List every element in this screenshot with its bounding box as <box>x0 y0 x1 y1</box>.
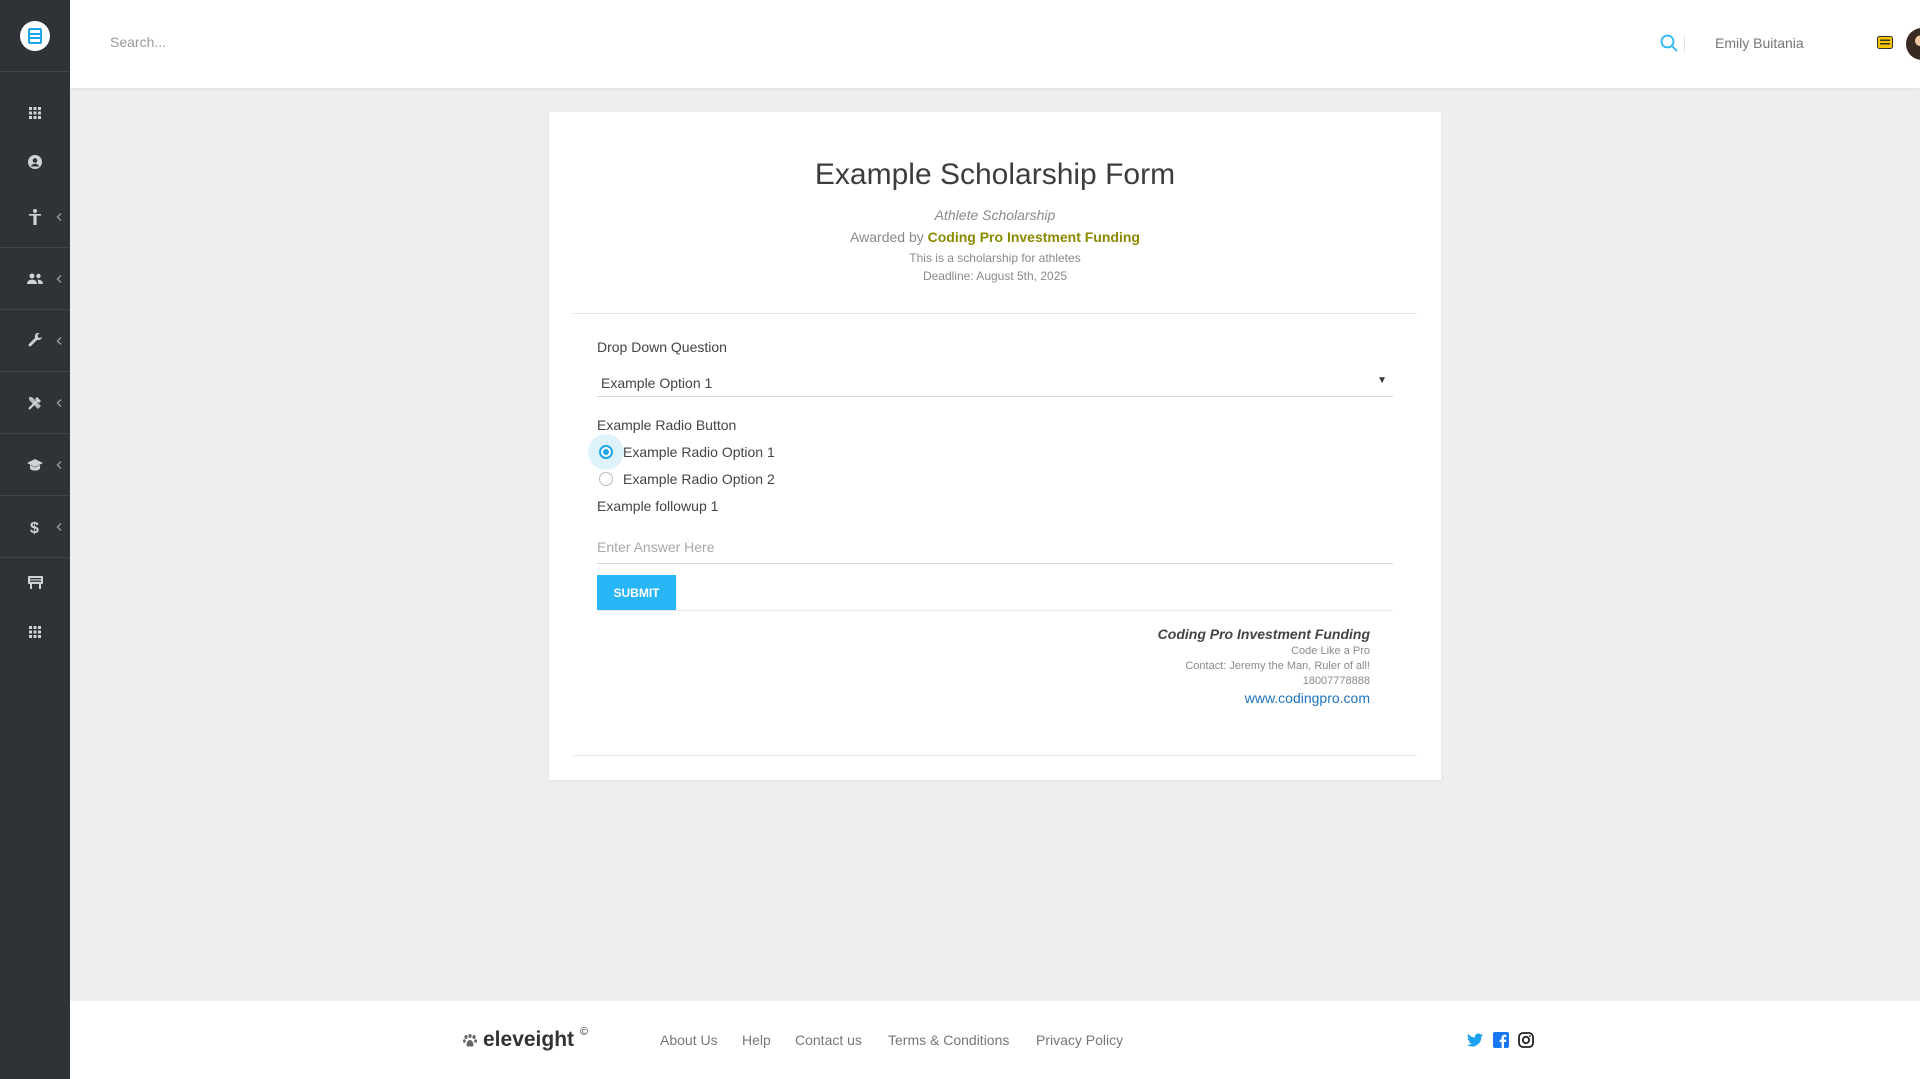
avatar[interactable] <box>1906 28 1920 60</box>
search-button[interactable] <box>1660 34 1684 58</box>
organization-tagline: Code Like a Pro <box>1291 645 1370 657</box>
scholarship-form-card: Example Scholarship Form Athlete Scholar… <box>549 112 1441 780</box>
paw-icon <box>463 1033 477 1047</box>
sidebar-item-finance[interactable]: $ <box>0 496 70 558</box>
organization-name: Coding Pro Investment Funding <box>1157 626 1370 642</box>
awarding-organization: Coding Pro Investment Funding <box>927 229 1140 245</box>
sidebar-item-billboard[interactable] <box>0 558 70 607</box>
dropdown-question-label: Drop Down Question <box>597 339 727 355</box>
accessibility-icon <box>29 208 41 225</box>
sidebar: $ <box>0 0 70 1079</box>
app-logo-icon <box>28 27 42 44</box>
svg-text:$: $ <box>30 520 39 535</box>
radio-question-label: Example Radio Button <box>597 417 737 433</box>
form-title: Example Scholarship Form <box>814 158 1176 191</box>
dollar-icon: $ <box>30 520 39 535</box>
page-footer: eleveight © About Us Help Contact us Ter… <box>70 1001 1920 1079</box>
radio-button-unchecked[interactable] <box>599 472 613 486</box>
sidebar-item-profile[interactable] <box>0 137 70 186</box>
twitter-icon[interactable] <box>1467 1032 1483 1048</box>
scholarship-description: This is a scholarship for athletes <box>909 251 1081 265</box>
scholarship-type: Athlete Scholarship <box>934 207 1056 223</box>
wrench-icon <box>28 333 42 347</box>
dropdown-arrow-icon: ▼ <box>1377 375 1387 386</box>
radio-option-1[interactable]: Example Radio Option 1 <box>588 434 897 470</box>
chevron-left-icon <box>56 398 62 407</box>
tools-icon <box>28 396 41 410</box>
search-input[interactable] <box>110 34 610 50</box>
apps-grid-icon <box>29 106 41 119</box>
chevron-left-icon <box>56 212 62 221</box>
footer-link-privacy[interactable]: Privacy Policy <box>1036 1032 1123 1048</box>
id-badge-icon <box>1877 36 1893 49</box>
awarded-prefix: Awarded by <box>850 229 924 245</box>
brand-name: eleveight <box>483 1028 575 1051</box>
chevron-left-icon <box>56 522 62 531</box>
radio-option-label: Example Radio Option 1 <box>623 444 775 460</box>
instagram-icon[interactable] <box>1518 1032 1534 1048</box>
user-name[interactable]: Emily Buitania <box>1715 35 1804 51</box>
followup-question-label: Example followup 1 <box>597 498 719 514</box>
footer-link-contact[interactable]: Contact us <box>795 1032 862 1048</box>
radio-button-checked[interactable] <box>599 445 613 459</box>
brand-mark: © <box>580 1026 589 1038</box>
radio-option-label: Example Radio Option 2 <box>623 471 775 487</box>
sidebar-item-users[interactable] <box>0 248 70 310</box>
top-header: Emily Buitania <box>70 0 1920 88</box>
sidebar-item-tools[interactable] <box>0 372 70 434</box>
sidebar-item-athletes[interactable] <box>0 186 70 248</box>
organization-contact: Contact: Jeremy the Man, Ruler of all! <box>1185 660 1370 672</box>
scholarship-deadline: Deadline: August 5th, 2025 <box>922 269 1068 283</box>
account-icon <box>28 154 42 169</box>
dropdown-selected-value: Example Option 1 <box>601 375 713 391</box>
organization-phone: 18007778888 <box>1302 675 1370 687</box>
chevron-left-icon <box>56 460 62 469</box>
header-divider <box>1684 36 1685 52</box>
divider <box>573 755 1417 756</box>
followup-answer-input[interactable] <box>597 530 1393 564</box>
divider <box>573 313 1417 314</box>
people-icon <box>27 273 43 284</box>
app-logo[interactable] <box>20 20 50 51</box>
sidebar-item-settings[interactable] <box>0 310 70 372</box>
apps-grid-icon <box>29 625 41 638</box>
sidebar-item-dashboard[interactable] <box>0 88 70 137</box>
sidebar-item-apps[interactable] <box>0 607 70 656</box>
footer-link-about[interactable]: About Us <box>660 1032 718 1048</box>
sidebar-logo-area <box>0 0 70 72</box>
organization-info: Coding Pro Investment Funding Code Like … <box>1158 626 1370 706</box>
footer-link-help[interactable]: Help <box>742 1032 771 1048</box>
chevron-left-icon <box>56 336 62 345</box>
chevron-left-icon <box>56 274 62 283</box>
dropdown-select[interactable]: Example Option 1 ▼ <box>597 365 1393 397</box>
footer-brand[interactable]: eleveight © <box>463 1026 589 1052</box>
organization-website-link[interactable]: www.codingpro.com <box>1158 690 1370 706</box>
graduation-cap-icon <box>27 458 43 470</box>
facebook-icon[interactable] <box>1493 1032 1509 1048</box>
billboard-icon <box>27 576 43 589</box>
awarded-by: Awarded by Coding Pro Investment Funding <box>549 229 1441 245</box>
footer-link-terms[interactable]: Terms & Conditions <box>888 1032 1009 1048</box>
search-icon <box>1660 34 1678 52</box>
sidebar-item-scholarships[interactable] <box>0 434 70 496</box>
divider <box>597 610 1393 611</box>
submit-button[interactable]: SUBMIT <box>597 575 676 610</box>
radio-option-2[interactable]: Example Radio Option 2 <box>597 469 897 489</box>
